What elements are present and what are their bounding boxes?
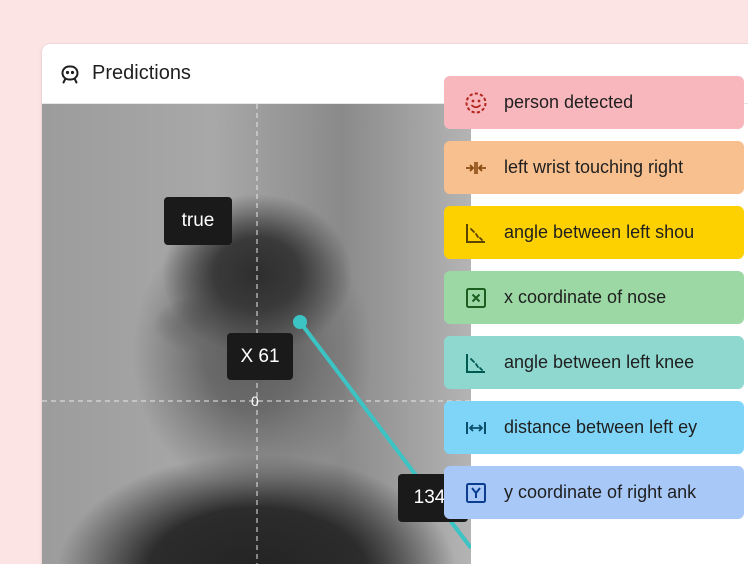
face-detect-icon (464, 91, 488, 115)
angle-vertex-point (293, 315, 307, 329)
y-box-icon (464, 481, 488, 505)
distance-arrows-icon (464, 416, 488, 440)
prediction-label: angle between left shou (504, 222, 695, 242)
prediction-item[interactable]: person detected (444, 76, 744, 129)
angle-icon (464, 221, 488, 245)
angle-icon (464, 351, 488, 375)
true-tag: true (164, 197, 232, 245)
prediction-label: left wrist touching right (504, 157, 684, 177)
prediction-item[interactable]: left wrist touching right (444, 141, 744, 194)
prediction-item[interactable]: y coordinate of right ank (444, 466, 744, 519)
prediction-item[interactable]: distance between left ey (444, 401, 744, 454)
prediction-item[interactable]: angle between left knee (444, 336, 744, 389)
prediction-label: angle between left knee (504, 352, 695, 372)
prediction-label: person detected (504, 92, 634, 112)
prediction-label: x coordinate of nose (504, 287, 667, 307)
page-title: Predictions (92, 62, 191, 84)
prediction-label: y coordinate of right ank (504, 482, 697, 502)
x-coordinate-tag: X 61 (227, 333, 293, 380)
predictions-list: person detected left wrist touching right… (444, 76, 744, 531)
prediction-label: distance between left ey (504, 417, 698, 437)
collapse-arrows-icon (464, 156, 488, 180)
axis-zero-label: 0 (251, 393, 259, 409)
prediction-item[interactable]: x coordinate of nose (444, 271, 744, 324)
camera-viewport: true X 61 134º 0 (42, 104, 471, 564)
x-box-icon (464, 286, 488, 310)
robot-face-icon (61, 65, 79, 83)
prediction-item[interactable]: angle between left shou (444, 206, 744, 259)
